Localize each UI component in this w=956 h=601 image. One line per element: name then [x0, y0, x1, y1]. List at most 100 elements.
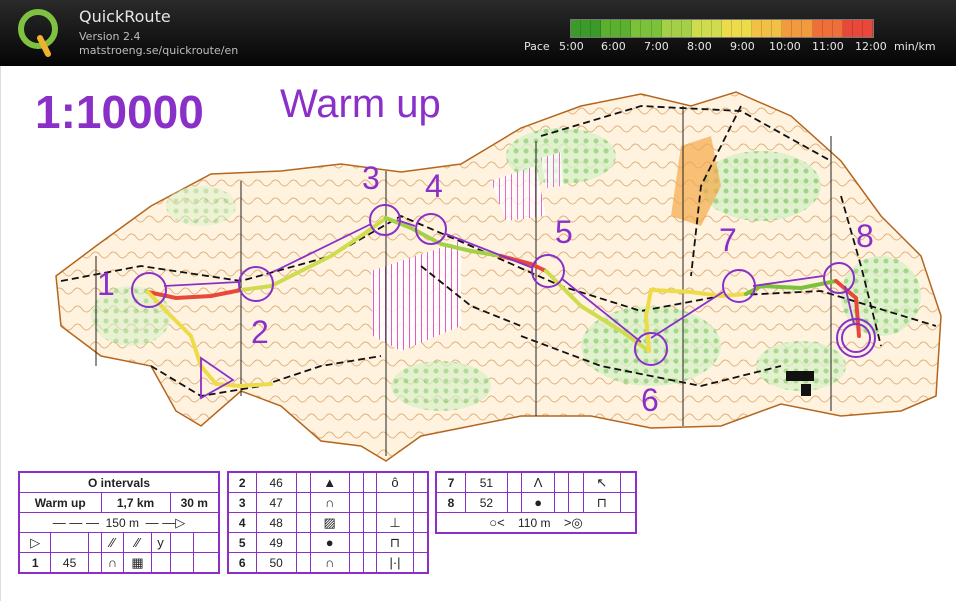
start-line: — — — 150 m — —▷ — [18, 512, 220, 533]
cell-empty — [193, 552, 220, 574]
arrow-start-icon: — —▷ — [145, 514, 186, 530]
pace-gradient-segment — [792, 20, 803, 37]
pace-gradient-segment — [721, 20, 732, 37]
cell-empty — [193, 532, 220, 553]
stone-icon: ô — [376, 471, 414, 493]
cell-empty — [87, 552, 102, 574]
description-sheet-left: O intervals Warm up 1,7 km 30 m — — — 15… — [18, 471, 220, 574]
control-num: 6 — [227, 552, 257, 574]
finish-start-icon: ○< — [489, 514, 505, 530]
hill-icon: ▲ — [309, 471, 350, 493]
cell-empty — [506, 471, 523, 493]
pace-gradient-segment — [802, 20, 813, 37]
cell-empty — [412, 512, 429, 533]
cell-empty — [295, 471, 311, 493]
pace-gradient-segment — [611, 20, 622, 37]
cell-empty — [169, 532, 195, 553]
pace-tick: 12:00 — [855, 40, 887, 53]
pace-gradient-segment — [852, 20, 863, 37]
control-number: 3 — [362, 160, 380, 196]
cell-empty — [348, 471, 364, 493]
thicket-icon: ▨ — [309, 512, 350, 533]
pace-gradient-segment — [742, 20, 753, 37]
cell-empty — [568, 492, 584, 513]
pace-gradient-segment — [631, 20, 642, 37]
foot-icon: ⊥ — [376, 512, 414, 533]
pace-gradient-segment — [711, 20, 722, 37]
control-num: 8 — [435, 492, 466, 513]
pace-gradient-segment — [681, 20, 692, 37]
control-num: 4 — [227, 512, 257, 533]
control-num: 3 — [227, 492, 257, 513]
control-num: 2 — [227, 471, 257, 493]
course-name: Warm up — [18, 492, 102, 513]
pace-unit: min/km — [894, 40, 936, 53]
start-distance: 150 m — [105, 515, 139, 530]
junction-icon: y — [150, 532, 171, 553]
pace-gradient-segment — [762, 20, 773, 37]
app-url[interactable]: matstroeng.se/quickroute/en — [79, 44, 238, 57]
cell-empty — [619, 471, 637, 493]
pace-gradient-segment — [651, 20, 662, 37]
cell-empty — [87, 532, 102, 553]
control-num: 7 — [435, 471, 466, 493]
cell-empty — [619, 492, 637, 513]
control-number: 8 — [856, 218, 874, 254]
ridge-icon: Λ — [521, 471, 555, 493]
cell-empty — [362, 552, 378, 574]
pace-gradient-segment — [772, 20, 783, 37]
control-code: 50 — [255, 552, 297, 574]
cell-empty — [376, 492, 414, 513]
knoll-icon: ∩ — [100, 552, 125, 574]
cell-empty — [295, 552, 311, 574]
pace-gradient-segment — [691, 20, 702, 37]
control-number: 5 — [555, 214, 573, 250]
pace-tick: 9:00 — [730, 40, 755, 53]
cell-empty — [568, 471, 584, 493]
corner-icon: ↖ — [582, 471, 621, 493]
cell-empty — [348, 492, 364, 513]
course-title: Warm up — [280, 82, 441, 126]
control-code: 47 — [255, 492, 297, 513]
control-number: 7 — [719, 222, 737, 258]
control-num: 1 — [18, 552, 52, 574]
event-title: O intervals — [18, 471, 220, 493]
cell-empty — [412, 471, 429, 493]
cell-empty — [362, 471, 378, 493]
cell-empty — [295, 492, 311, 513]
marsh-icon: ▦ — [123, 552, 152, 574]
knoll-icon: ∩ — [309, 492, 350, 513]
app-header: QuickRoute Version 2.4 matstroeng.se/qui… — [0, 0, 956, 66]
cell-empty — [412, 532, 429, 553]
pace-gradient-segment — [641, 20, 652, 37]
finish-circle-icon: >◎ — [563, 514, 583, 530]
pace-gradient-segment — [581, 20, 592, 37]
cell-empty — [295, 532, 311, 553]
control-code: 46 — [255, 471, 297, 493]
cell-empty — [348, 512, 364, 533]
control-code: 52 — [464, 492, 508, 513]
map-canvas[interactable]: 1:10000 Warm up 1 2 3 4 5 6 7 8 O interv… — [0, 66, 956, 601]
cell-empty — [506, 492, 523, 513]
pace-gradient-segment — [752, 20, 763, 37]
cell-empty — [412, 492, 429, 513]
cell-empty — [348, 532, 364, 553]
pace-tick: 10:00 — [769, 40, 801, 53]
description-sheet-mid: 2 46 ▲ ô 3 47 ∩ 4 48 ▨ ⊥ 5 49 ● ⊓ 6 50 ∩… — [227, 471, 429, 574]
dash-line-icon: — — — — [52, 514, 99, 530]
pace-gradient-segment — [842, 20, 853, 37]
control-num: 5 — [227, 532, 257, 553]
quickroute-logo-icon — [18, 9, 58, 57]
pace-tick: 7:00 — [644, 40, 669, 53]
pace-gradient-segment — [601, 20, 612, 37]
path-symbol-icon: ⁄⁄ — [100, 532, 125, 553]
cell-empty — [362, 532, 378, 553]
top-icon: ⊓ — [582, 492, 621, 513]
pace-label: Pace — [524, 40, 550, 53]
control-number: 6 — [641, 382, 659, 418]
control-number: 2 — [251, 314, 269, 350]
pace-tick: 5:00 — [559, 40, 584, 53]
map-scale-label: 1:10000 — [35, 86, 204, 138]
pace-gradient-bar — [570, 19, 874, 38]
cell-empty — [295, 512, 311, 533]
